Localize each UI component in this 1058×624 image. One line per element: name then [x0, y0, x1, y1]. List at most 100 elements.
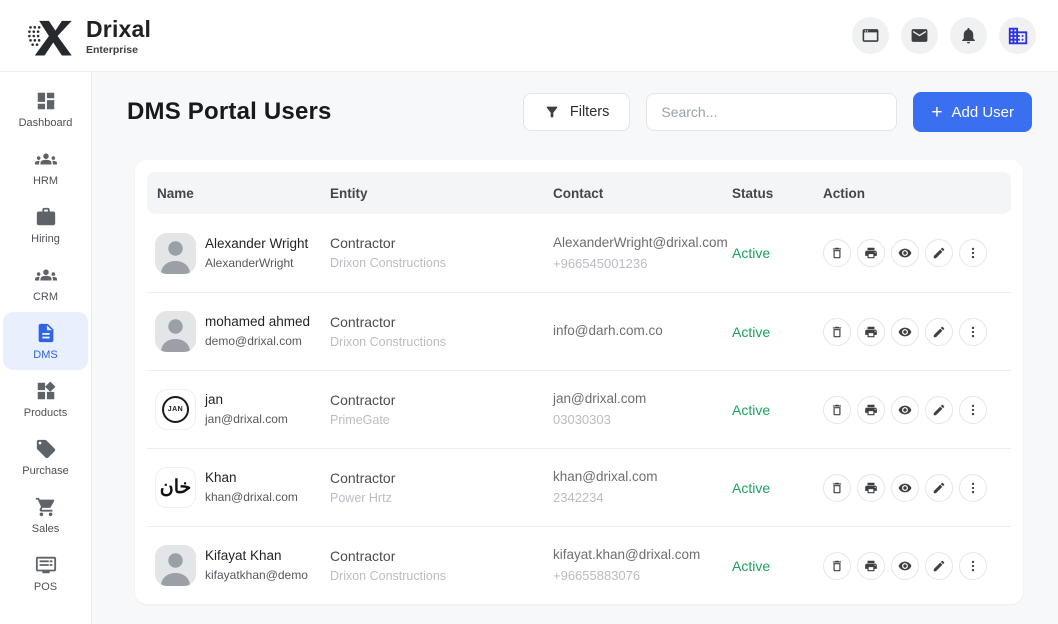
person-photo-icon — [155, 311, 196, 352]
contact-phone: 2342234 — [553, 488, 722, 508]
view-button[interactable] — [891, 239, 919, 267]
plus-icon: + — [931, 103, 942, 122]
sidebar-item-label: Dashboard — [19, 117, 73, 129]
sidebar-item-dms[interactable]: DMS — [3, 312, 88, 370]
brand-name: Drixal — [86, 16, 151, 43]
table-row: Kifayat Khan kifayatkhan@demo Contractor… — [147, 526, 1011, 604]
contact-phone: 03030303 — [553, 410, 722, 430]
more-button[interactable] — [959, 318, 987, 346]
contact-email: jan@drixal.com — [553, 389, 722, 410]
view-button[interactable] — [891, 474, 919, 502]
user-username: khan@drixal.com — [205, 489, 298, 506]
briefcase-icon — [35, 206, 57, 228]
delete-button[interactable] — [823, 474, 851, 502]
avatar: خان — [155, 467, 196, 508]
print-button[interactable] — [857, 396, 885, 424]
sidebar-item-purchase[interactable]: Purchase — [3, 428, 88, 486]
print-button[interactable] — [857, 239, 885, 267]
column-header-status: Status — [722, 186, 813, 201]
view-button[interactable] — [891, 552, 919, 580]
edit-button[interactable] — [925, 552, 953, 580]
edit-button[interactable] — [925, 239, 953, 267]
user-username: demo@drixal.com — [205, 333, 310, 350]
search-input[interactable] — [646, 93, 897, 131]
more-button[interactable] — [959, 552, 987, 580]
add-user-label: Add User — [951, 104, 1014, 121]
delete-button[interactable] — [823, 396, 851, 424]
sidebar-item-label: Purchase — [22, 465, 68, 477]
sidebar-item-crm[interactable]: CRM — [3, 254, 88, 312]
filters-button[interactable]: Filters — [523, 93, 630, 131]
user-name: mohamed ahmed — [205, 312, 310, 333]
column-header-entity: Entity — [320, 186, 543, 201]
edit-button[interactable] — [925, 396, 953, 424]
person-photo-icon — [155, 233, 196, 274]
notifications-button[interactable] — [950, 17, 987, 54]
pencil-icon — [932, 481, 946, 495]
status-badge: Active — [722, 245, 813, 261]
drixal-logo-icon — [24, 10, 76, 62]
edit-button[interactable] — [925, 474, 953, 502]
sidebar-item-dashboard[interactable]: Dashboard — [3, 80, 88, 138]
sidebar-item-label: POS — [34, 581, 57, 593]
view-button[interactable] — [891, 318, 919, 346]
printer-icon — [864, 559, 878, 573]
more-button[interactable] — [959, 474, 987, 502]
more-button[interactable] — [959, 396, 987, 424]
sidebar-item-hrm[interactable]: HRM — [3, 138, 88, 196]
status-badge: Active — [722, 480, 813, 496]
filter-icon — [544, 104, 560, 120]
column-header-contact: Contact — [543, 186, 722, 201]
window-button[interactable] — [852, 17, 889, 54]
sidebar-item-hiring[interactable]: Hiring — [3, 196, 88, 254]
contact-phone: +966545001236 — [553, 254, 722, 274]
column-header-name: Name — [147, 186, 320, 201]
entity-type: Contractor — [330, 468, 543, 489]
delete-button[interactable] — [823, 318, 851, 346]
entity-name: PrimeGate — [330, 411, 543, 430]
people-icon — [35, 148, 57, 170]
contact-email: kifayat.khan@drixal.com — [553, 545, 722, 566]
company-button[interactable] — [999, 17, 1036, 54]
entity-type: Contractor — [330, 390, 543, 411]
pencil-icon — [932, 559, 946, 573]
printer-icon — [864, 325, 878, 339]
sidebar-item-label: HRM — [33, 175, 58, 187]
delete-button[interactable] — [823, 552, 851, 580]
print-button[interactable] — [857, 318, 885, 346]
page-title: DMS Portal Users — [127, 98, 523, 126]
table-header-row: Name Entity Contact Status Action — [147, 172, 1011, 214]
avatar — [155, 545, 196, 586]
sidebar-item-pos[interactable]: POS — [3, 544, 88, 602]
view-button[interactable] — [891, 396, 919, 424]
entity-type: Contractor — [330, 312, 543, 333]
mail-button[interactable] — [901, 17, 938, 54]
print-button[interactable] — [857, 552, 885, 580]
add-user-button[interactable]: + Add User — [913, 92, 1032, 132]
pos-terminal-icon — [35, 554, 57, 576]
more-button[interactable] — [959, 239, 987, 267]
printer-icon — [864, 481, 878, 495]
trash-icon — [830, 481, 844, 495]
eye-icon — [898, 246, 912, 260]
status-badge: Active — [722, 324, 813, 340]
sidebar-item-products[interactable]: Products — [3, 370, 88, 428]
sidebar: Dashboard HRM Hiring CRM DMS Products Pu… — [0, 72, 92, 624]
user-name: Khan — [205, 468, 298, 489]
building-icon — [1007, 25, 1029, 47]
print-button[interactable] — [857, 474, 885, 502]
people-icon — [35, 264, 57, 286]
edit-button[interactable] — [925, 318, 953, 346]
delete-button[interactable] — [823, 239, 851, 267]
main-content: DMS Portal Users Filters + Add User Name… — [92, 72, 1058, 624]
entity-type: Contractor — [330, 233, 543, 254]
more-vert-icon — [966, 325, 980, 339]
tag-icon — [35, 438, 57, 460]
printer-icon — [864, 403, 878, 417]
sidebar-item-sales[interactable]: Sales — [3, 486, 88, 544]
column-header-action: Action — [813, 186, 1011, 201]
printer-icon — [864, 246, 878, 260]
eye-icon — [898, 325, 912, 339]
filters-label: Filters — [570, 104, 609, 120]
entity-name: Power Hrtz — [330, 489, 543, 508]
